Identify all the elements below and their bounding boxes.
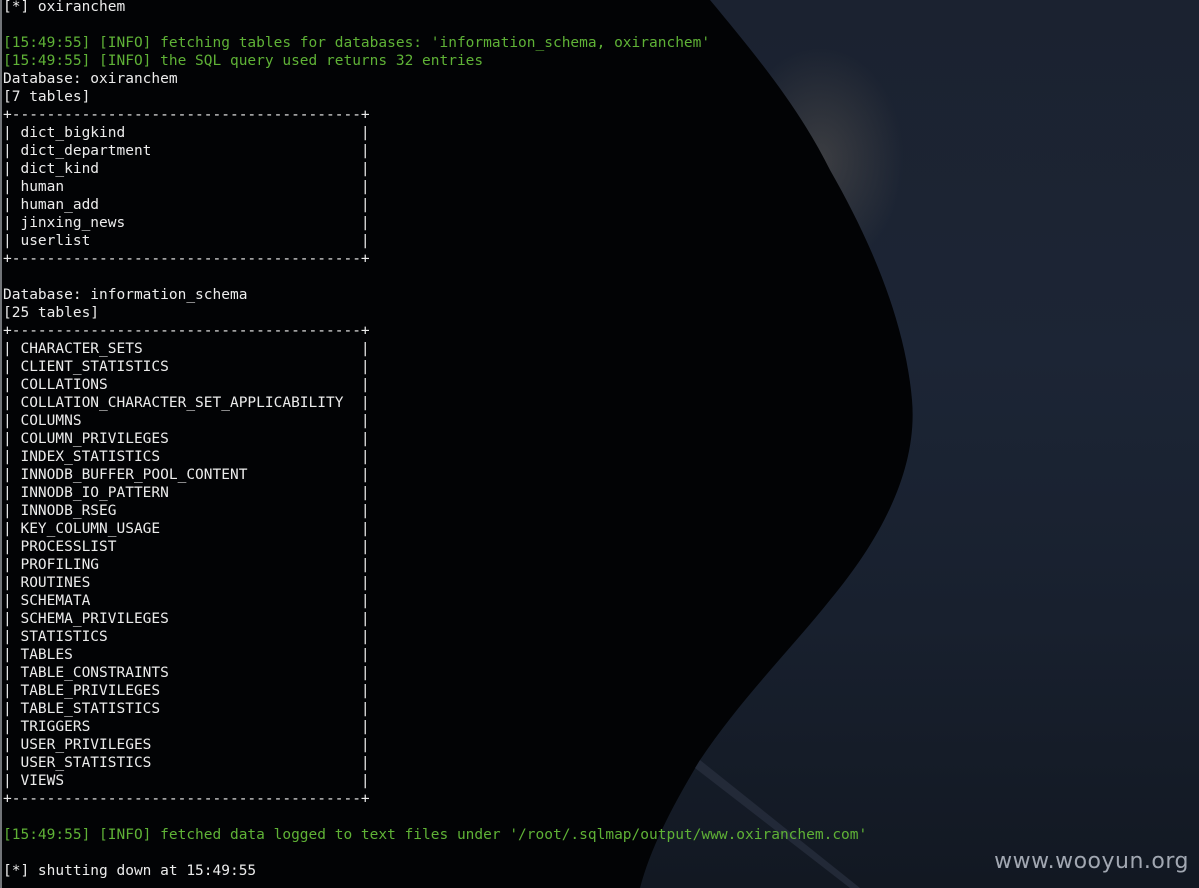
terminal-line: Database: information_schema — [3, 287, 248, 303]
terminal-line: | ROUTINES | — [3, 575, 370, 591]
terminal-line: | KEY_COLUMN_USAGE | — [3, 521, 370, 537]
terminal-line: | TABLE_STATISTICS | — [3, 701, 370, 717]
terminal-line: | COLLATIONS | — [3, 377, 370, 393]
terminal-line: +---------------------------------------… — [3, 791, 370, 807]
terminal-output[interactable]: [*] oxiranchem [15:49:55] [INFO] fetching… — [3, 0, 867, 880]
terminal-line: [*] shutting down at 15:49:55 — [3, 863, 257, 879]
window-border — [0, 0, 2, 888]
terminal-line: | TABLE_CONSTRAINTS | — [3, 665, 370, 681]
terminal-line: | SCHEMATA | — [3, 593, 370, 609]
terminal-line: [25 tables] — [3, 305, 100, 321]
terminal-line: | COLLATION_CHARACTER_SET_APPLICABILITY … — [3, 395, 370, 411]
terminal-line: | COLUMN_PRIVILEGES | — [3, 431, 370, 447]
terminal-line: +---------------------------------------… — [3, 323, 370, 339]
terminal-line: | dict_kind | — [3, 161, 370, 177]
terminal-line: | TABLE_PRIVILEGES | — [3, 683, 370, 699]
terminal-line: | COLUMNS | — [3, 413, 370, 429]
terminal-line: | TRIGGERS | — [3, 719, 370, 735]
terminal-line: | CHARACTER_SETS | — [3, 341, 370, 357]
terminal-line: | PROFILING | — [3, 557, 370, 573]
terminal-line: [*] oxiranchem — [3, 0, 126, 15]
terminal-line: | human | — [3, 179, 370, 195]
terminal-line: | CLIENT_STATISTICS | — [3, 359, 370, 375]
log-info-line: [15:49:55] [INFO] the SQL query used ret… — [3, 53, 484, 69]
terminal-line: | PROCESSLIST | — [3, 539, 370, 555]
terminal-line: | INDEX_STATISTICS | — [3, 449, 370, 465]
terminal-line: | USER_STATISTICS | — [3, 755, 370, 771]
terminal-line: | dict_bigkind | — [3, 125, 370, 141]
terminal-line: | userlist | — [3, 233, 370, 249]
terminal-line: | VIEWS | — [3, 773, 370, 789]
terminal-line: | SCHEMA_PRIVILEGES | — [3, 611, 370, 627]
terminal-line: [7 tables] — [3, 89, 91, 105]
terminal-line: | jinxing_news | — [3, 215, 370, 231]
watermark: www.wooyun.org — [994, 849, 1189, 874]
terminal-line: | INNODB_BUFFER_POOL_CONTENT | — [3, 467, 370, 483]
terminal-line: | INNODB_IO_PATTERN | — [3, 485, 370, 501]
terminal-line: | human_add | — [3, 197, 370, 213]
terminal-line: | dict_department | — [3, 143, 370, 159]
terminal-line: Database: oxiranchem — [3, 71, 178, 87]
log-info-line: [15:49:55] [INFO] fetched data logged to… — [3, 827, 868, 843]
terminal-line: | USER_PRIVILEGES | — [3, 737, 370, 753]
terminal-line: +---------------------------------------… — [3, 251, 370, 267]
log-info-line: [15:49:55] [INFO] fetching tables for da… — [3, 35, 711, 51]
terminal-line: | INNODB_RSEG | — [3, 503, 370, 519]
terminal-line: | TABLES | — [3, 647, 370, 663]
terminal-line: | STATISTICS | — [3, 629, 370, 645]
terminal-line: +---------------------------------------… — [3, 107, 370, 123]
